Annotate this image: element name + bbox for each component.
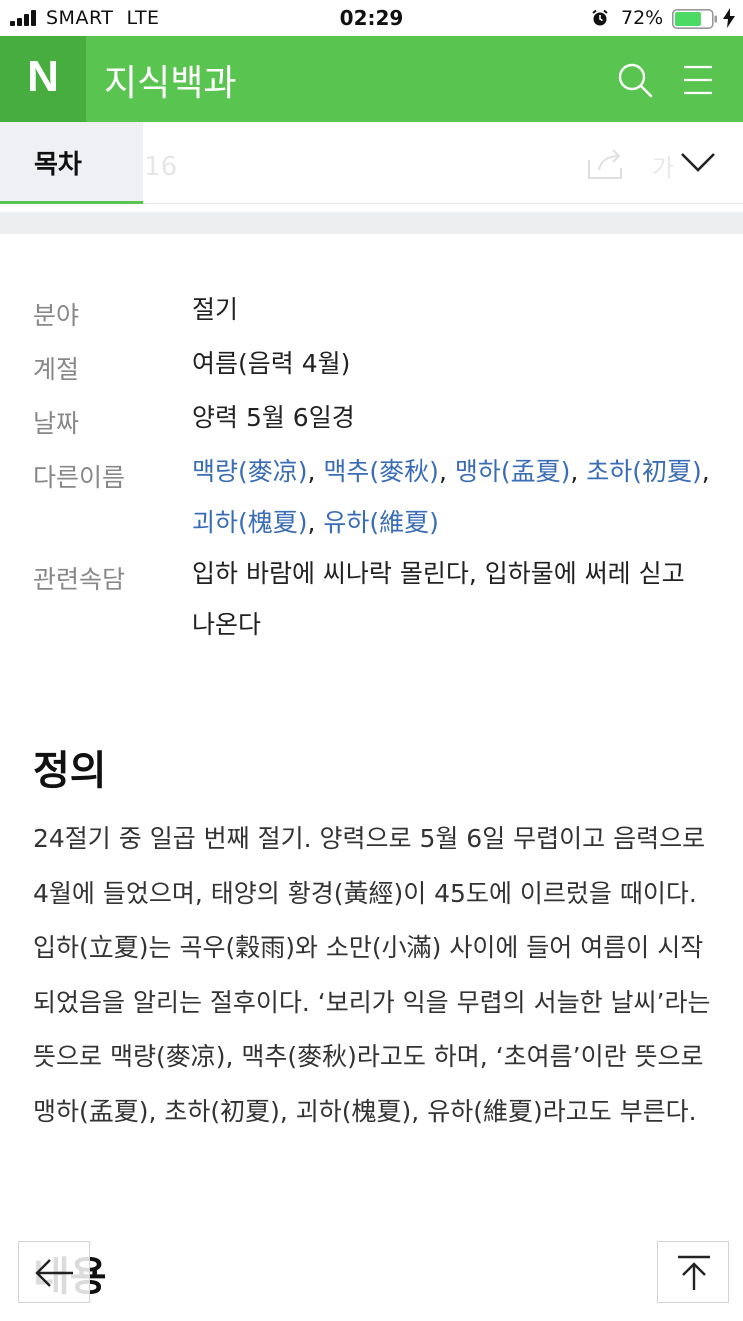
alt-name-link[interactable]: 유하(維夏): [323, 508, 439, 537]
battery-icon: [672, 9, 717, 29]
alt-name-link[interactable]: 맥량(麥凉): [192, 457, 308, 486]
toc-tab[interactable]: 목차: [0, 122, 143, 204]
alt-name-link[interactable]: 맹하(孟夏): [455, 457, 571, 486]
toc-tab-underline: [0, 201, 143, 204]
scroll-top-button[interactable]: [657, 1241, 729, 1303]
logo-letter: N: [27, 52, 59, 101]
toc-bar: 한 글16 가 목차: [0, 122, 743, 204]
info-label: 분야: [33, 301, 80, 330]
toc-ghost-font: 가: [652, 154, 675, 182]
info-value: 양력 5월 6일경: [192, 403, 355, 432]
page-brand-title[interactable]: 지식백과: [104, 54, 236, 106]
info-value: 절기: [192, 295, 239, 324]
section-title-definition: 정의: [33, 748, 107, 794]
search-icon[interactable]: [615, 60, 655, 100]
info-label: 계절: [33, 355, 80, 384]
arrow-left-icon: [35, 1259, 73, 1287]
back-button[interactable]: [18, 1241, 90, 1303]
status-bar: SMART LTE 02:29 72%: [0, 0, 743, 36]
alarm-icon: [592, 9, 608, 26]
chevron-down-icon[interactable]: [676, 144, 720, 180]
battery-percent: 72%: [621, 7, 664, 29]
info-label: 관련속담: [33, 565, 126, 594]
other-names-value: 맥량(麥凉), 맥추(麥秋), 맹하(孟夏), 초하(初夏), 괴하(槐夏), …: [192, 457, 710, 537]
section-divider: [0, 212, 743, 234]
menu-icon[interactable]: [680, 62, 716, 98]
alt-name-link[interactable]: 맥추(麥秋): [323, 457, 439, 486]
charging-icon: [723, 8, 735, 28]
toc-tab-label: 목차: [34, 150, 82, 180]
arrow-up-to-top-icon: [678, 1255, 710, 1290]
alt-name-link[interactable]: 초하(初夏): [586, 457, 702, 486]
share-icon: [588, 149, 622, 179]
naver-logo[interactable]: N: [0, 36, 86, 122]
info-label: 다른이름: [33, 463, 126, 492]
info-value: 입하 바람에 씨나락 몰린다, 입하물에 써레 싣고 나온다: [192, 559, 685, 639]
app-header: N 지식백과: [0, 36, 743, 122]
info-label: 날짜: [33, 409, 80, 438]
alt-name-link[interactable]: 괴하(槐夏): [192, 508, 308, 537]
info-value: 여름(음력 4월): [192, 349, 351, 378]
definition-text: 24절기 중 일곱 번째 절기. 양력으로 5월 6일 무렵이고 음력으로 4월…: [33, 824, 711, 1126]
